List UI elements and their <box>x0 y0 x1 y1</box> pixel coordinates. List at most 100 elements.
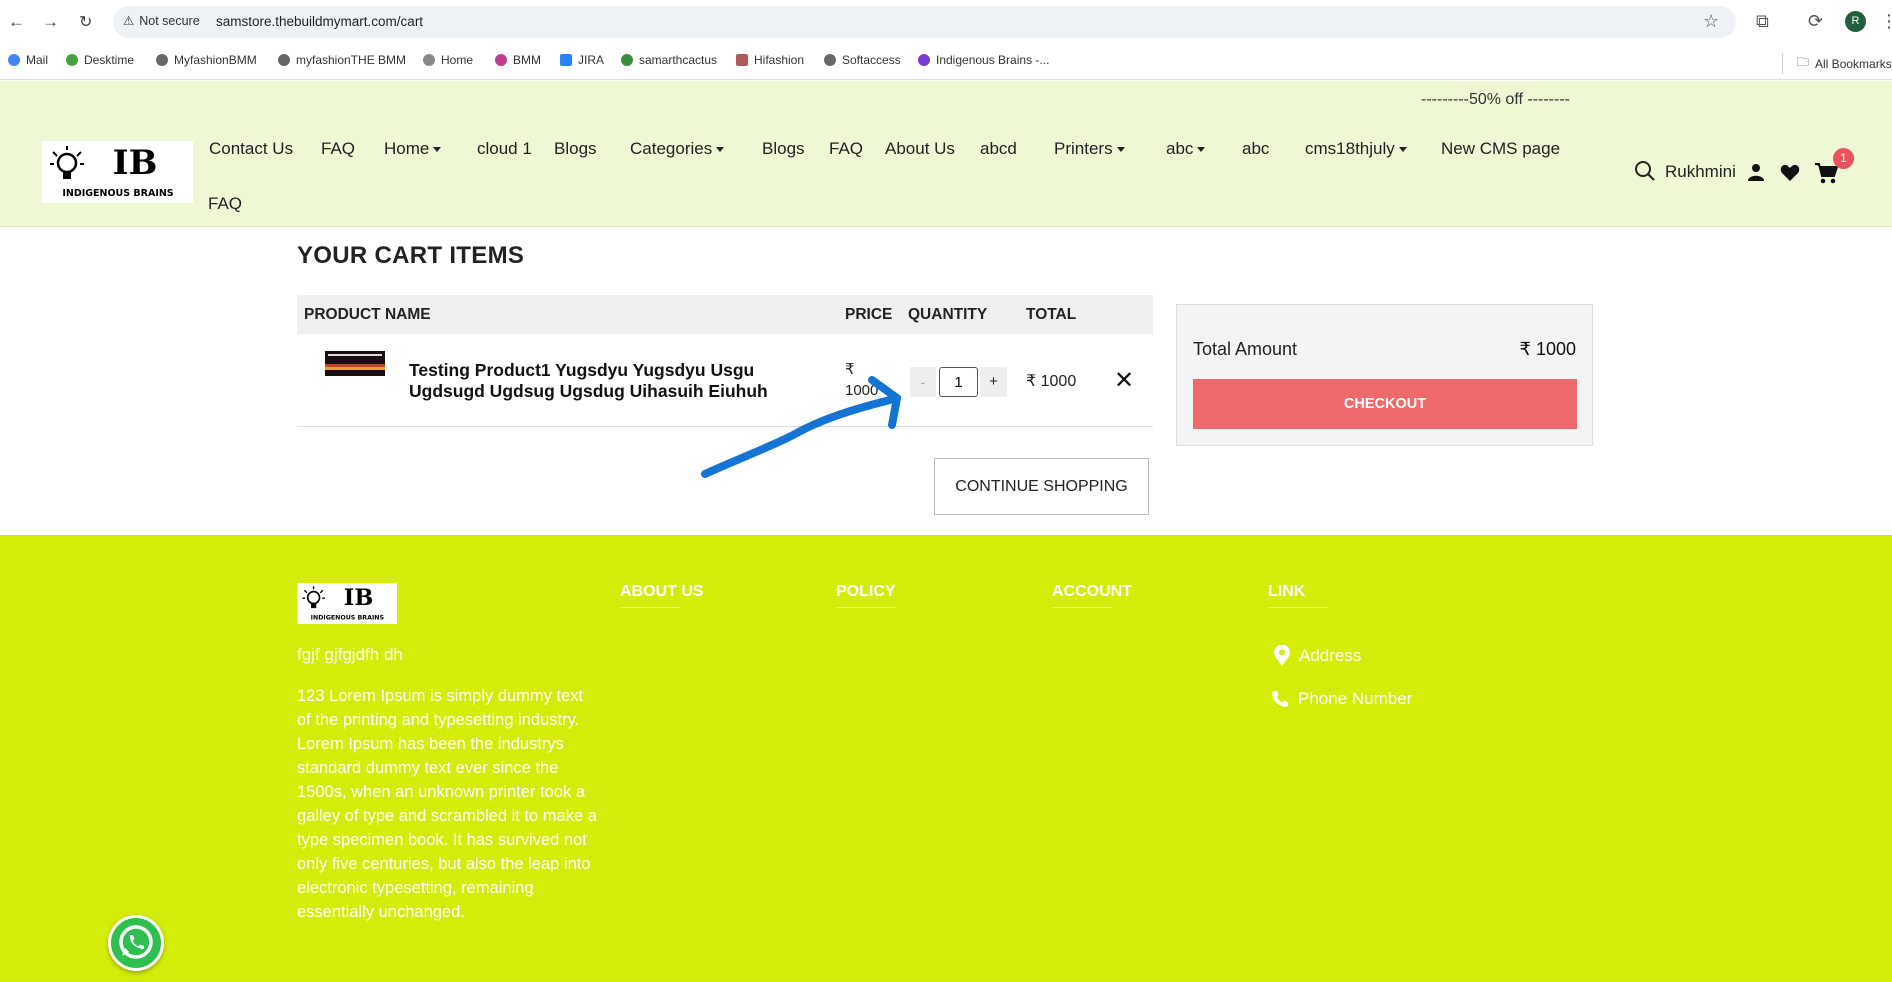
line-total: ₹ 1000 <box>1026 373 1077 390</box>
footer-tagline: fgjf gjfgjdfh dh <box>297 645 403 664</box>
sync-icon[interactable]: ⟳ <box>1808 11 1823 32</box>
nav-blogs[interactable]: Blogs <box>554 139 597 159</box>
warning-icon: ⚠ <box>123 14 135 28</box>
nav-abc-dropdown[interactable]: abc <box>1166 139 1206 159</box>
page-title: YOUR CART ITEMS <box>297 242 525 269</box>
url-text[interactable]: samstore.thebuildmymart.com/cart <box>216 14 423 29</box>
site-logo[interactable]: IB INDIGENOUS BRAINS <box>42 141 193 203</box>
nav-categories[interactable]: Categories <box>630 139 725 159</box>
location-pin-icon <box>1274 645 1290 666</box>
search-icon[interactable] <box>1634 160 1656 182</box>
google-icon <box>8 54 20 66</box>
address-bar[interactable]: ⚠ Not secure samstore.thebuildmymart.com… <box>113 6 1736 38</box>
column-quantity: QUANTITY <box>908 306 988 323</box>
footer-phone[interactable]: Phone Number <box>1270 689 1412 709</box>
bookmark-home[interactable]: Home <box>423 53 473 67</box>
security-label: Not secure <box>139 13 200 28</box>
cart-icon[interactable] <box>1814 162 1838 184</box>
quantity-decrement-button[interactable]: - <box>910 367 936 397</box>
security-indicator[interactable]: ⚠ Not secure <box>123 13 200 29</box>
address-label: Address <box>1299 646 1362 665</box>
promo-bar: ---------50% off -------- <box>0 81 1892 118</box>
product-thumbnail[interactable] <box>325 351 385 376</box>
total-amount-label: Total Amount <box>1193 339 1298 359</box>
all-bookmarks[interactable]: 🗀 All Bookmarks <box>1782 53 1892 74</box>
wishlist-heart-icon[interactable] <box>1780 164 1800 182</box>
profile-avatar[interactable]: R <box>1845 11 1866 32</box>
caret-down-icon <box>433 147 442 153</box>
footer-logo[interactable]: IB INDIGENOUS BRAINS <box>297 583 397 624</box>
nav-abcd[interactable]: abcd <box>980 139 1017 159</box>
remove-item-icon[interactable]: ✕ <box>1114 366 1134 395</box>
caret-down-icon <box>1197 147 1206 153</box>
cart-table-header: PRODUCT NAME PRICE QUANTITY TOTAL <box>297 295 1153 334</box>
continue-shopping-button[interactable]: CONTINUE SHOPPING <box>934 458 1149 515</box>
star-icon[interactable]: ☆ <box>1703 11 1719 32</box>
nav-cms18thjuly[interactable]: cms18thjuly <box>1305 139 1407 159</box>
logo-mark: IB INDIGENOUS BRAINS <box>50 143 174 199</box>
nav-faq-2[interactable]: FAQ <box>829 139 863 159</box>
svg-text:IB: IB <box>344 585 374 611</box>
bookmark-desktime[interactable]: Desktime <box>66 53 134 67</box>
nav-about-us[interactable]: About Us <box>885 139 955 159</box>
extensions-icon[interactable]: ⧉ <box>1756 11 1769 32</box>
column-price: PRICE <box>845 306 893 323</box>
globe-icon <box>423 54 435 66</box>
reload-icon[interactable]: ↻ <box>79 12 92 32</box>
bookmark-bmm[interactable]: BMM <box>495 53 541 67</box>
bookmark-samarthcactus[interactable]: samarthcactus <box>621 53 717 67</box>
browser-toolbar: ← → ↻ ⚠ Not secure samstore.thebuildmyma… <box>0 0 1892 44</box>
bookmark-indigenous-brains[interactable]: Indigenous Brains -... <box>918 53 1049 67</box>
svg-text:IB: IB <box>113 143 158 183</box>
account-username[interactable]: Rukhmini <box>1665 162 1736 182</box>
caret-down-icon <box>1398 147 1407 153</box>
phone-label: Phone Number <box>1298 689 1413 708</box>
total-amount-value: ₹ 1000 <box>1519 339 1577 359</box>
whatsapp-button[interactable] <box>108 915 164 971</box>
nav-cloud-1[interactable]: cloud 1 <box>477 139 532 159</box>
bookmark-myfashionbmm[interactable]: MyfashionBMM <box>156 53 257 67</box>
quantity-increment-button[interactable]: + <box>980 367 1007 397</box>
menu-icon[interactable]: ⋮ <box>1880 11 1892 32</box>
nav-faq[interactable]: FAQ <box>321 139 355 159</box>
hifashion-icon <box>736 54 748 66</box>
cart-count-badge: 1 <box>1833 148 1854 169</box>
footer-address[interactable]: Address <box>1273 645 1361 667</box>
nav-abc[interactable]: abc <box>1242 139 1269 159</box>
jira-icon <box>560 54 572 66</box>
order-summary: Total Amount ₹ 1000 CHECKOUT <box>1176 304 1593 446</box>
back-icon[interactable]: ← <box>8 12 25 32</box>
footer-heading-account: ACCOUNT <box>1052 583 1132 608</box>
bookmark-mail[interactable]: Mail <box>8 53 48 67</box>
footer-heading-about-us: ABOUT US <box>620 583 704 608</box>
annotation-arrow-icon <box>701 376 901 478</box>
bookmark-myfashionthebmm[interactable]: myfashionTHE BMM <box>278 53 406 67</box>
nav-home[interactable]: Home <box>384 139 442 159</box>
desktime-icon <box>66 54 78 66</box>
nav-new-cms-page[interactable]: New CMS page <box>1441 139 1560 159</box>
nav-contact-us[interactable]: Contact Us <box>209 139 293 159</box>
globe-icon <box>824 54 836 66</box>
user-icon[interactable] <box>1747 163 1765 181</box>
cactus-icon <box>621 54 633 66</box>
svg-text:INDIGENOUS BRAINS: INDIGENOUS BRAINS <box>311 614 385 621</box>
checkout-button[interactable]: CHECKOUT <box>1193 379 1577 429</box>
forward-icon[interactable]: → <box>42 12 59 32</box>
bookmark-hifashion[interactable]: Hifashion <box>736 53 804 67</box>
bookmarks-bar: Mail Desktime MyfashionBMM myfashionTHE … <box>0 44 1892 80</box>
bookmark-softaccess[interactable]: Softaccess <box>824 53 901 67</box>
bookmark-jira[interactable]: JIRA <box>560 53 604 67</box>
nav-faq-3[interactable]: FAQ <box>208 194 242 214</box>
svg-text:INDIGENOUS BRAINS: INDIGENOUS BRAINS <box>62 188 173 199</box>
ib-icon <box>918 54 930 66</box>
promo-text: ---------50% off -------- <box>1421 91 1570 108</box>
caret-down-icon <box>716 147 725 153</box>
nav-printers[interactable]: Printers <box>1054 139 1125 159</box>
footer-heading-policy: POLICY <box>836 583 896 608</box>
folder-icon: 🗀 <box>1797 55 1810 69</box>
nav-blogs-2[interactable]: Blogs <box>762 139 805 159</box>
footer-logo-mark: IB INDIGENOUS BRAINS <box>302 585 385 621</box>
quantity-input[interactable] <box>939 367 978 397</box>
column-product-name: PRODUCT NAME <box>304 306 431 323</box>
site-header: IB INDIGENOUS BRAINS Contact Us FAQ Home… <box>0 118 1892 227</box>
